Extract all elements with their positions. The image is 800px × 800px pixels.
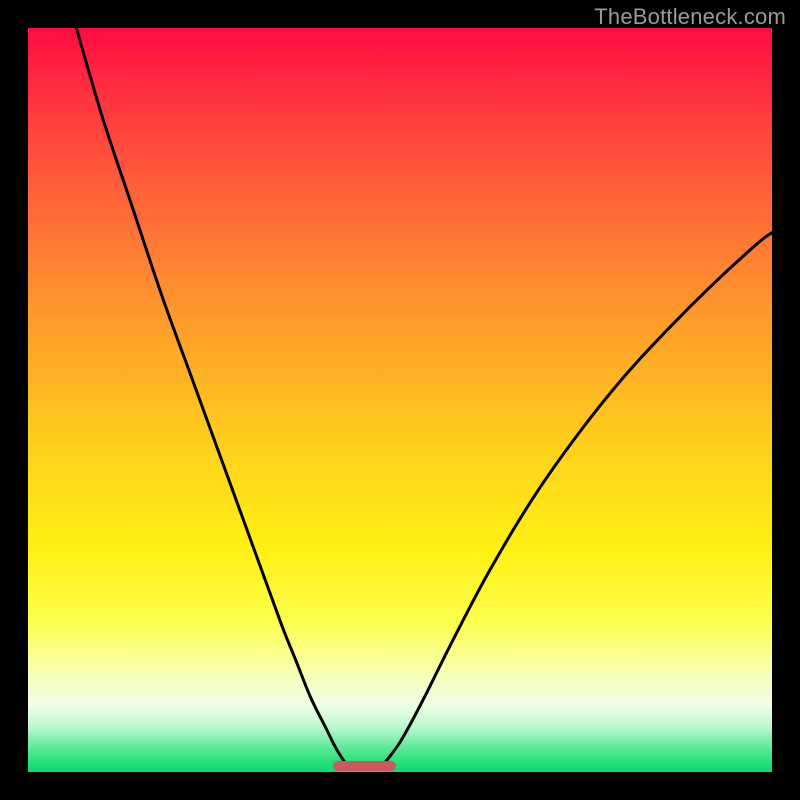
curve-left-branch xyxy=(76,28,348,767)
plot-area xyxy=(28,28,772,772)
chart-frame: TheBottleneck.com xyxy=(0,0,800,800)
bottleneck-marker xyxy=(333,761,396,771)
curve-right-branch xyxy=(381,233,772,767)
watermark-label: TheBottleneck.com xyxy=(594,4,786,30)
curve-svg xyxy=(28,28,772,772)
